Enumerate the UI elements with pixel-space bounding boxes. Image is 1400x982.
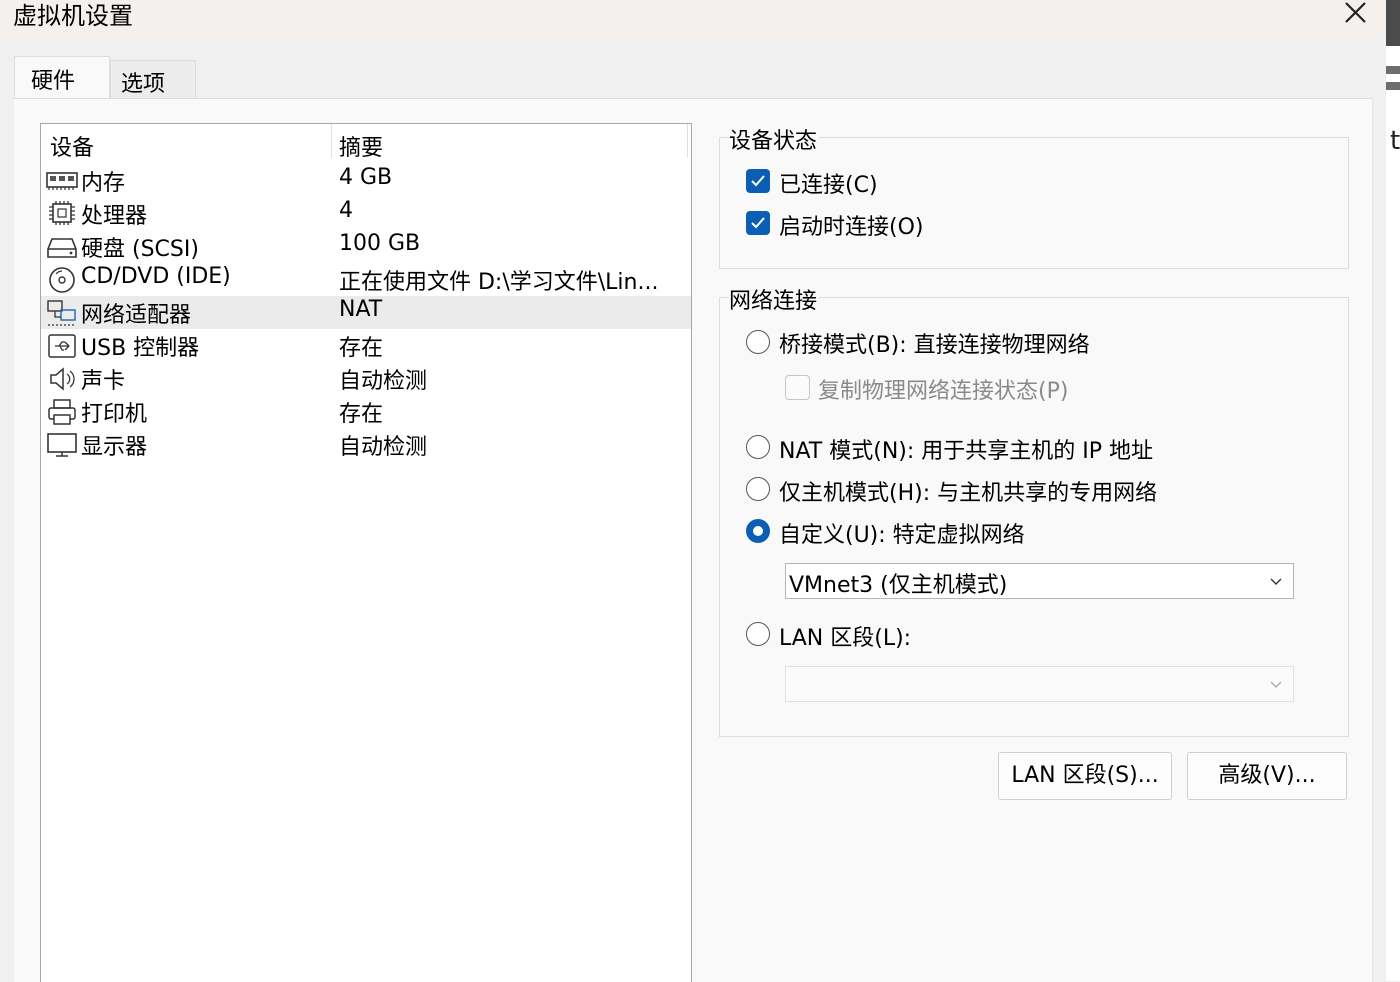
device-list[interactable]: 设备 摘要 内存 4 GB 处理器 4 硬盘 (SCSI) 100 GB CD/…: [40, 123, 692, 982]
device-summary: 4: [339, 198, 353, 223]
device-row-display[interactable]: 显示器 自动检测: [41, 428, 691, 461]
lan-segment-radio[interactable]: [746, 622, 770, 646]
device-name: USB 控制器: [81, 336, 200, 361]
device-row-hard-disk[interactable]: 硬盘 (SCSI) 100 GB: [41, 230, 691, 263]
device-row-sound-card[interactable]: 声卡 自动检测: [41, 362, 691, 395]
lan-segments-button[interactable]: LAN 区段(S)...: [998, 752, 1172, 800]
tab-options[interactable]: 选项: [110, 60, 196, 99]
column-header-device[interactable]: 设备: [50, 130, 94, 162]
host-only-radio[interactable]: [746, 477, 770, 501]
memory-icon: [46, 167, 78, 195]
replicate-state-label[interactable]: 复制物理网络连接状态(P): [818, 373, 1068, 405]
column-header-summary[interactable]: 摘要: [339, 130, 383, 162]
lan-segment-select[interactable]: [785, 666, 1294, 702]
device-name: CD/DVD (IDE): [81, 264, 231, 289]
device-name: 处理器: [81, 204, 148, 229]
tab-options-label: 选项: [121, 72, 166, 97]
nat-radio[interactable]: [746, 435, 770, 459]
display-icon: [46, 431, 78, 459]
device-row-usb[interactable]: USB 控制器 存在: [41, 329, 691, 362]
custom-network-select[interactable]: VMnet3 (仅主机模式): [785, 563, 1294, 599]
device-name: 内存: [81, 171, 126, 196]
device-row-memory[interactable]: 内存 4 GB: [41, 164, 691, 197]
device-name: 网络适配器: [81, 303, 192, 328]
device-row-printer[interactable]: 打印机 存在: [41, 395, 691, 428]
device-summary: 正在使用文件 D:\学习文件\Lin...: [339, 270, 659, 295]
connected-label[interactable]: 已连接(C): [779, 167, 878, 199]
device-row-network-adapter[interactable]: 网络适配器 NAT: [41, 296, 691, 329]
network-adapter-icon: [46, 299, 78, 327]
background-window-edge: t: [1386, 0, 1400, 981]
device-summary: 自动检测: [339, 435, 428, 460]
printer-icon: [46, 398, 78, 426]
custom-label[interactable]: 自定义(U): 特定虚拟网络: [779, 517, 1025, 549]
connect-at-power-on-checkbox[interactable]: [746, 211, 770, 235]
device-summary: 存在: [339, 336, 384, 361]
device-name: 硬盘 (SCSI): [81, 237, 199, 262]
lan-segment-label[interactable]: LAN 区段(L):: [779, 620, 911, 652]
device-row-processor[interactable]: 处理器 4: [41, 197, 691, 230]
device-summary: 4 GB: [339, 165, 393, 190]
device-summary: NAT: [339, 297, 383, 322]
close-icon[interactable]: [1338, 0, 1372, 28]
connect-at-power-on-label[interactable]: 启动时连接(O): [779, 209, 923, 241]
window-title: 虚拟机设置: [13, 2, 133, 30]
chevron-down-icon: [1269, 677, 1283, 691]
device-name: 打印机: [81, 402, 148, 427]
nat-label[interactable]: NAT 模式(N): 用于共享主机的 IP 地址: [779, 433, 1153, 465]
tab-hardware[interactable]: 硬件: [14, 56, 110, 101]
device-row-cd-dvd[interactable]: CD/DVD (IDE) 正在使用文件 D:\学习文件\Lin...: [41, 263, 691, 296]
column-divider[interactable]: [331, 124, 332, 158]
device-summary: 自动检测: [339, 369, 428, 394]
device-summary: 存在: [339, 402, 384, 427]
device-status-group: [719, 137, 1349, 269]
device-status-group-label: 设备状态: [729, 123, 820, 155]
device-summary: 100 GB: [339, 231, 421, 256]
cpu-icon: [46, 200, 78, 228]
host-only-label[interactable]: 仅主机模式(H): 与主机共享的专用网络: [779, 475, 1157, 507]
column-divider: [687, 124, 688, 158]
device-name: 显示器: [81, 435, 148, 460]
speaker-icon: [46, 365, 78, 393]
hard-disk-icon: [46, 233, 78, 261]
chevron-down-icon: [1269, 574, 1283, 588]
cd-dvd-icon: [46, 266, 78, 294]
custom-radio[interactable]: [746, 519, 770, 543]
custom-network-value: VMnet3 (仅主机模式): [789, 573, 1008, 598]
connected-checkbox[interactable]: [746, 169, 770, 193]
network-connection-group-label: 网络连接: [729, 283, 820, 315]
device-name: 声卡: [81, 369, 126, 394]
usb-icon: [46, 332, 78, 360]
replicate-state-checkbox[interactable]: [785, 375, 810, 400]
tab-hardware-label: 硬件: [31, 69, 76, 94]
bridged-label[interactable]: 桥接模式(B): 直接连接物理网络: [779, 327, 1090, 359]
title-bar: 虚拟机设置: [0, 0, 1386, 42]
advanced-button[interactable]: 高级(V)...: [1187, 752, 1347, 800]
bridged-radio[interactable]: [746, 330, 770, 354]
